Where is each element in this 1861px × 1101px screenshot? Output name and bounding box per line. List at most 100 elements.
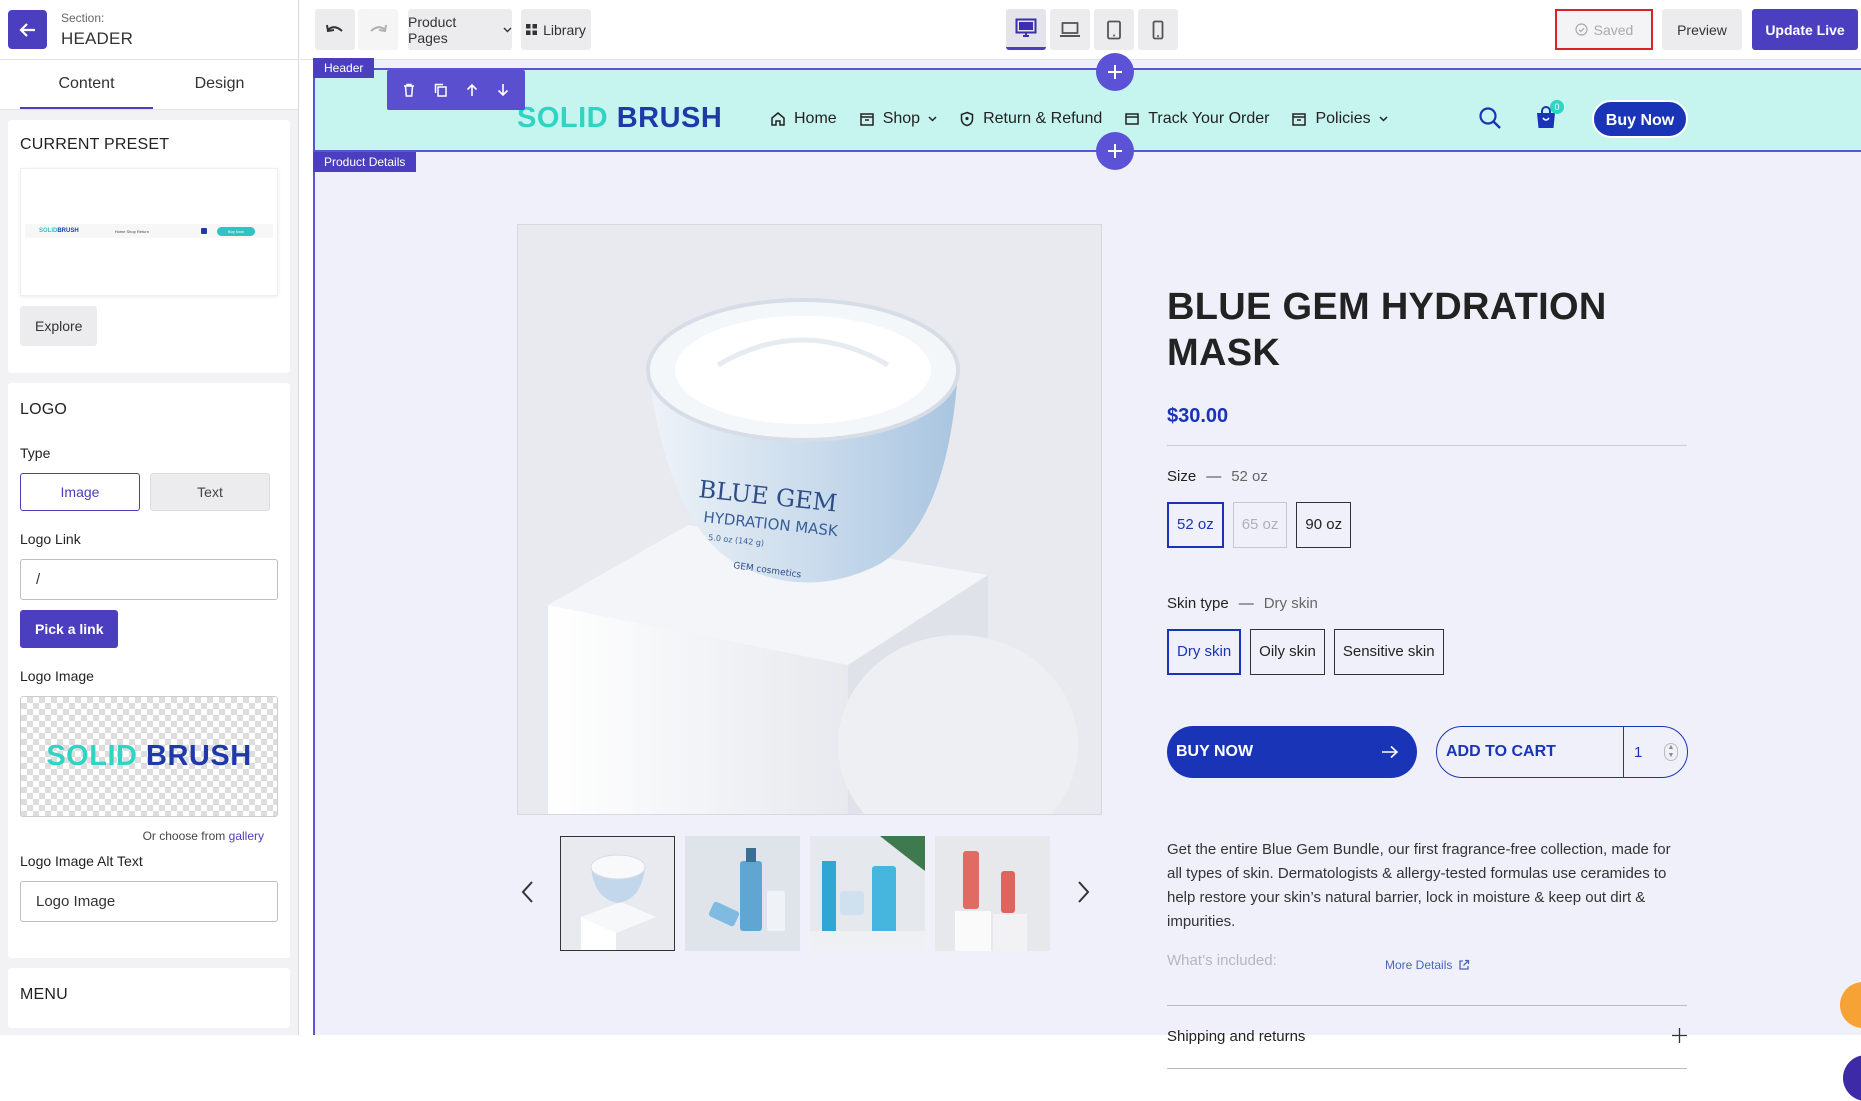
add-to-cart-group: ADD TO CART 1 ▲ ▼ xyxy=(1436,726,1688,778)
explore-button[interactable]: Explore xyxy=(20,306,98,346)
logo-type-toggle: Image Text xyxy=(20,473,278,511)
quantity-stepper[interactable]: ▲ ▼ xyxy=(1664,743,1678,761)
saved-status-button[interactable]: Saved xyxy=(1555,9,1653,50)
copy-icon[interactable] xyxy=(434,83,447,97)
nav-track-label: Track Your Order xyxy=(1148,110,1270,127)
add-to-cart-button[interactable]: ADD TO CART xyxy=(1437,727,1624,777)
logo-preview-brush: BRUSH xyxy=(146,740,252,772)
size-selected-value: 52 oz xyxy=(1231,468,1268,485)
pick-link-button[interactable]: Pick a link xyxy=(20,610,119,648)
type-text-option[interactable]: Text xyxy=(150,473,270,511)
saved-label: Saved xyxy=(1593,21,1634,38)
thumbnail-strip xyxy=(560,836,1050,951)
preset-preview[interactable]: SOLIDBRUSH Home Shop Return Buy Now xyxy=(20,168,278,296)
arrow-up-icon[interactable] xyxy=(466,83,478,97)
thumbnail-1[interactable] xyxy=(560,836,675,951)
more-details-label: More Details xyxy=(1385,958,1453,972)
nav-home-label: Home xyxy=(794,110,837,127)
gallery-next-button[interactable] xyxy=(1077,880,1091,909)
preset-nav: Home Shop Return xyxy=(114,228,149,234)
size-label-row: Size —52 oz xyxy=(1167,468,1268,485)
shield-icon xyxy=(960,111,974,127)
section-toolbar xyxy=(387,70,525,110)
buy-now-button[interactable]: BUY NOW xyxy=(1167,726,1417,778)
main-product-image[interactable]: BLUE GEM HYDRATION MASK 5.0 oz (142 g) G… xyxy=(517,224,1102,815)
thumbnail-4[interactable] xyxy=(935,836,1050,951)
more-details-link[interactable]: More Details xyxy=(1385,958,1470,972)
tab-design[interactable]: Design xyxy=(153,60,286,109)
quantity-input[interactable]: 1 xyxy=(1624,744,1664,761)
chat-bubble[interactable] xyxy=(1843,1055,1861,1101)
arrow-right-icon xyxy=(1382,745,1399,759)
tab-content[interactable]: Content xyxy=(20,60,153,109)
gallery-link[interactable]: gallery xyxy=(229,829,264,843)
laptop-view-button[interactable] xyxy=(1050,9,1090,50)
nav-shop[interactable]: Shop xyxy=(859,110,937,128)
gallery-prefix: Or choose from xyxy=(142,829,226,843)
plus-icon xyxy=(1108,144,1122,158)
logo-image-picker[interactable]: SOLID BRUSH xyxy=(20,696,278,817)
skin-option-oily[interactable]: Oily skin xyxy=(1250,629,1325,675)
skin-option-dry[interactable]: Dry skin xyxy=(1167,629,1242,675)
plus-icon xyxy=(1672,1028,1687,1043)
add-section-above-button[interactable] xyxy=(1096,53,1134,91)
settings-panel: Section: HEADER Content Design CURRENT P… xyxy=(0,0,299,1035)
cart-button[interactable]: 0 xyxy=(1535,100,1564,135)
buy-now-label: BUY NOW xyxy=(1176,743,1254,760)
nav-return-refund[interactable]: Return & Refund xyxy=(959,110,1102,128)
site-logo[interactable]: SOLID BRUSH xyxy=(517,102,722,135)
type-image-option[interactable]: Image xyxy=(20,473,140,511)
skin-option-sensitive[interactable]: Sensitive skin xyxy=(1333,629,1444,675)
shipping-accordion[interactable]: Shipping and returns xyxy=(1167,1028,1687,1045)
library-button[interactable]: Library xyxy=(521,9,591,50)
back-button[interactable] xyxy=(8,10,47,49)
product-description: Get the entire Blue Gem Bundle, our firs… xyxy=(1167,841,1671,930)
back-arrow-icon xyxy=(18,22,35,37)
thumbnail-jar-image xyxy=(561,837,674,950)
logo-card: LOGO Type Image Text Logo Link / Pick a … xyxy=(8,383,290,958)
add-section-below-button[interactable] xyxy=(1096,132,1134,170)
preview-button[interactable]: Preview xyxy=(1662,9,1742,50)
logo-preview-solid: SOLID xyxy=(46,740,138,772)
alt-text-input[interactable]: Logo Image xyxy=(20,881,278,922)
nav-policies[interactable]: Policies xyxy=(1291,110,1388,128)
divider xyxy=(1167,1068,1687,1069)
gallery-prev-button[interactable] xyxy=(520,880,534,909)
section-name: HEADER xyxy=(61,28,134,48)
thumbnail-2[interactable] xyxy=(685,836,800,951)
device-switcher xyxy=(1006,9,1178,50)
arrow-down-icon[interactable] xyxy=(497,83,509,97)
undo-button[interactable] xyxy=(315,9,355,50)
header-section-tag[interactable]: Header xyxy=(313,58,375,78)
nav-home[interactable]: Home xyxy=(770,110,837,128)
shop-icon xyxy=(859,113,874,126)
desktop-icon xyxy=(1015,18,1037,37)
size-option-65[interactable]: 65 oz xyxy=(1232,502,1288,548)
preset-buy-button: Buy Now xyxy=(216,226,255,236)
grid-icon xyxy=(526,24,538,35)
product-jar-illustration: BLUE GEM HYDRATION MASK 5.0 oz (142 g) G… xyxy=(518,225,1101,814)
product-details-tag[interactable]: Product Details xyxy=(313,152,417,172)
update-live-button[interactable]: Update Live xyxy=(1752,9,1858,50)
help-bubble[interactable] xyxy=(1840,982,1861,1028)
type-label: Type xyxy=(20,445,51,461)
site-header-section[interactable]: SOLID BRUSH Home Shop Return & Refund Tr… xyxy=(315,68,1861,152)
logo-link-input[interactable]: / xyxy=(20,559,278,600)
header-buy-now-button[interactable]: Buy Now xyxy=(1592,100,1688,138)
mobile-view-button[interactable] xyxy=(1138,9,1178,50)
thumbnail-3[interactable] xyxy=(810,836,925,951)
product-pages-dropdown[interactable]: Product Pages xyxy=(408,9,512,50)
thumbnail-tubes-image xyxy=(935,836,1050,951)
redo-button[interactable] xyxy=(358,9,398,50)
policies-icon xyxy=(1292,113,1307,126)
size-option-90[interactable]: 90 oz xyxy=(1296,502,1352,548)
size-option-52[interactable]: 52 oz xyxy=(1167,502,1224,548)
search-button[interactable] xyxy=(1478,106,1502,135)
trash-icon[interactable] xyxy=(403,83,415,97)
tablet-view-button[interactable] xyxy=(1094,9,1134,50)
logo-image-preview: SOLID BRUSH xyxy=(46,740,251,773)
desktop-view-button[interactable] xyxy=(1006,9,1046,50)
nav-track-order[interactable]: Track Your Order xyxy=(1124,110,1269,128)
divider xyxy=(1167,445,1687,446)
panel-header: Section: HEADER xyxy=(0,0,298,60)
